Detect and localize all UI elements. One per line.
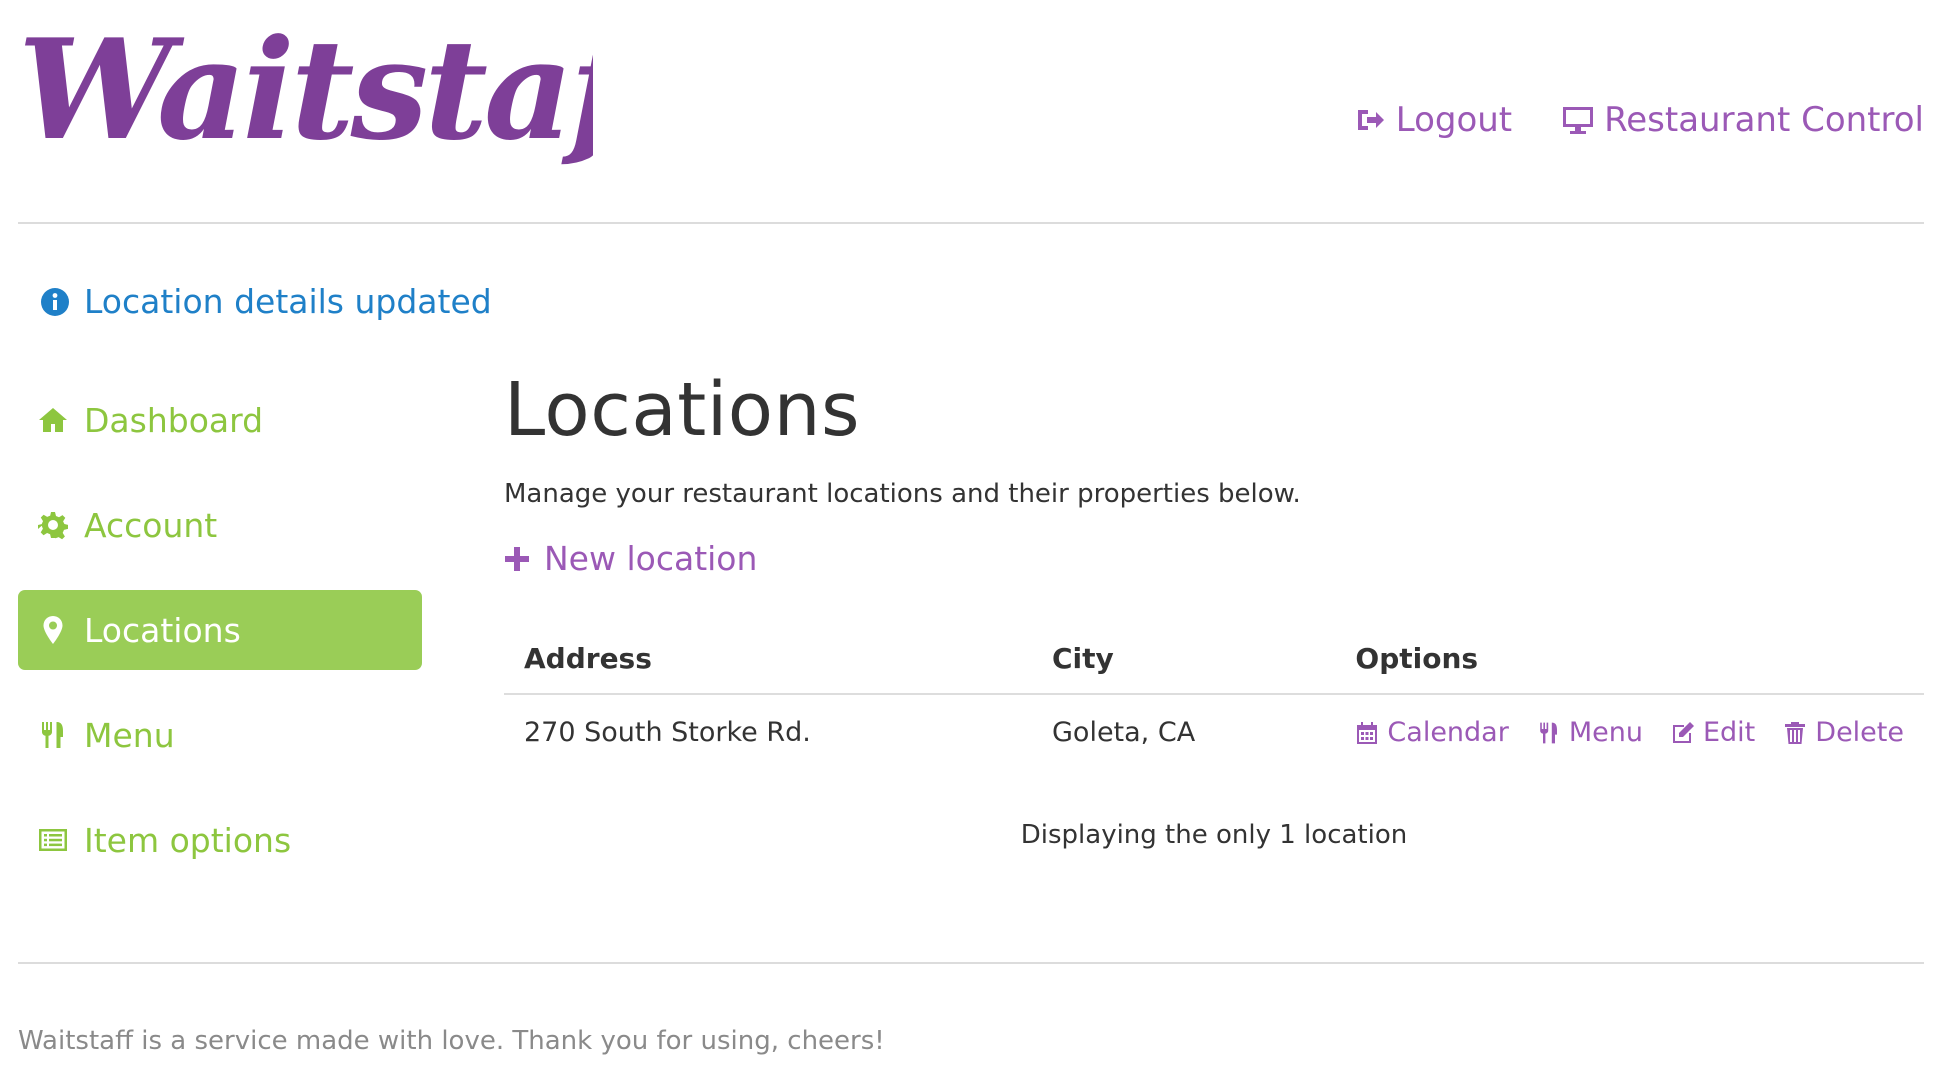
edit-label: Edit: [1702, 717, 1756, 749]
cutlery-icon: [42, 722, 63, 748]
cell-address: 270 South Storke Rd.: [524, 717, 811, 749]
sidebar: Dashboard Account Locations Menu Item op…: [18, 380, 422, 905]
locations-table: Address City Options 270 South Storke Rd…: [504, 626, 1924, 770]
header: Waitstaff Logout Restaurant Control: [18, 0, 1924, 224]
flash-message: Location details updated: [40, 282, 492, 321]
sidebar-item-dashboard[interactable]: Dashboard: [18, 380, 422, 460]
column-header-city: City: [1032, 626, 1336, 696]
logout-label: Logout: [1395, 100, 1513, 140]
sign-out-icon: [1357, 110, 1384, 130]
logout-link[interactable]: Logout: [1354, 100, 1512, 140]
page: Waitstaff Logout Restaurant Control: [18, 0, 1924, 1056]
waitstaff-logo[interactable]: Waitstaff: [18, 6, 593, 181]
calendar-icon: [1357, 721, 1378, 744]
column-header-address: Address: [504, 626, 1032, 696]
pagination-info: Displaying the only 1 location: [1020, 820, 1408, 851]
delete-label: Delete: [1815, 717, 1904, 749]
page-description: Manage your restaurant locations and the…: [504, 479, 1301, 510]
footer-divider: [18, 962, 1924, 964]
page-title: Locations: [504, 367, 861, 453]
sidebar-item-account[interactable]: Account: [18, 485, 422, 565]
main-content: Locations Manage your restaurant locatio…: [504, 367, 1924, 851]
column-header-options: Options: [1335, 626, 1924, 696]
sidebar-item-label: Menu: [84, 715, 175, 755]
sidebar-item-label: Account: [84, 505, 218, 545]
table-header-row: Address City Options: [504, 626, 1924, 696]
sidebar-item-label: Item options: [84, 820, 292, 860]
menu-label: Menu: [1568, 717, 1643, 749]
trash-icon: [1785, 721, 1806, 744]
sidebar-item-item-options[interactable]: Item options: [18, 800, 422, 880]
edit-link[interactable]: Edit: [1671, 717, 1755, 748]
logo-wordmark: Waitstaff: [18, 8, 593, 171]
footer-text: Waitstaff is a service made with love. T…: [18, 1026, 885, 1056]
flash-text: Location details updated: [84, 282, 492, 321]
info-circle-icon: [41, 287, 69, 316]
delete-link[interactable]: Delete: [1783, 717, 1904, 748]
new-location-label: New location: [544, 539, 758, 579]
calendar-link[interactable]: Calendar: [1355, 717, 1509, 749]
top-navigation: Logout Restaurant Control: [1354, 100, 1924, 140]
new-location-link[interactable]: New location: [504, 539, 1924, 578]
sidebar-item-label: Locations: [84, 610, 241, 650]
list-alt-icon: [39, 829, 67, 851]
home-icon: [39, 408, 67, 432]
table-row: 270 South Storke Rd. Goleta, CA Calendar…: [504, 694, 1924, 770]
restaurant-control-label: Restaurant Control: [1604, 100, 1924, 140]
sidebar-item-label: Dashboard: [84, 400, 264, 440]
row-options: Calendar Menu Edit Delete: [1355, 717, 1904, 748]
gear-icon: [38, 512, 68, 540]
cutlery-icon: [1540, 722, 1557, 744]
restaurant-control-link[interactable]: Restaurant Control: [1562, 100, 1924, 140]
sidebar-item-locations[interactable]: Locations: [18, 590, 422, 670]
calendar-label: Calendar: [1387, 717, 1509, 749]
menu-link[interactable]: Menu: [1537, 717, 1643, 748]
desktop-icon: [1563, 107, 1594, 134]
plus-icon: [505, 546, 529, 571]
map-marker-icon: [43, 616, 63, 644]
cell-city: Goleta, CA: [1052, 717, 1196, 749]
cell-options: Calendar Menu Edit Delete: [1335, 694, 1924, 770]
edit-icon: [1672, 721, 1694, 743]
sidebar-item-menu[interactable]: Menu: [18, 695, 422, 775]
